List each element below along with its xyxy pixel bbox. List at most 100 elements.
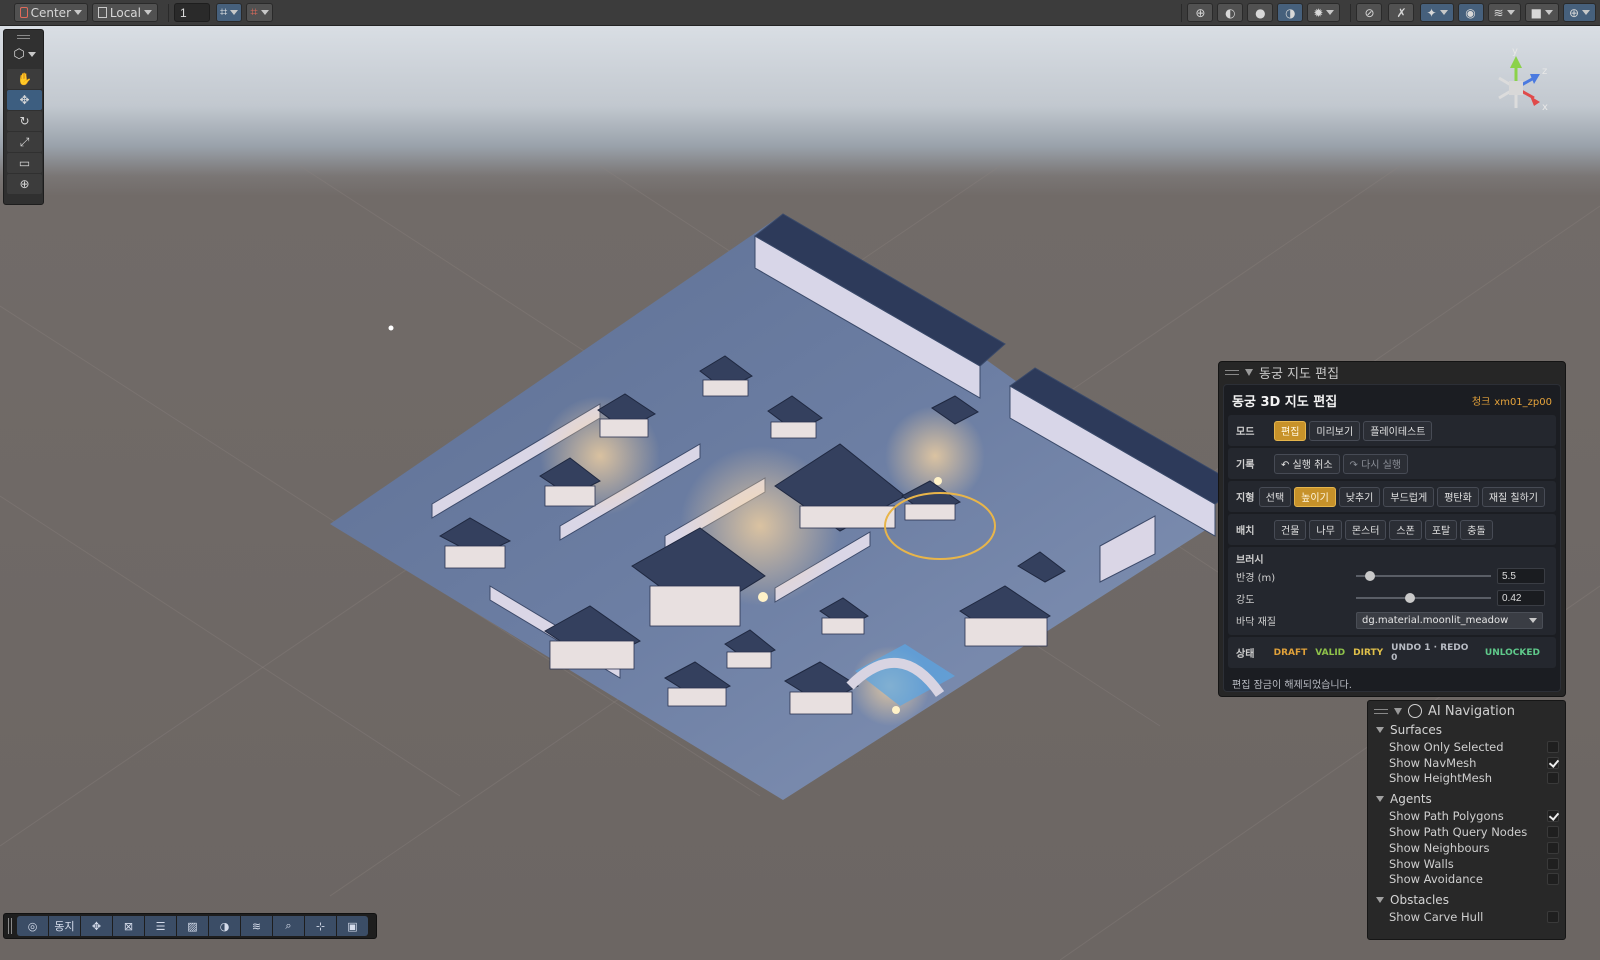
scale-tool[interactable]: ⤢ <box>7 132 42 152</box>
brush-strength-input[interactable] <box>1497 590 1545 606</box>
map-editor-header[interactable]: 동궁 지도 편집 <box>1219 362 1565 382</box>
navigation-button[interactable]: ◎ <box>17 916 48 936</box>
brush-radius-input[interactable] <box>1497 568 1545 584</box>
pivot-space-dropdown[interactable]: Local <box>92 3 158 22</box>
section-obstacles[interactable]: Obstacles <box>1368 891 1565 909</box>
visibility-button[interactable]: ◉ <box>1457 3 1484 22</box>
hatch-button[interactable]: ▨ <box>177 916 208 936</box>
ground-material-dropdown[interactable]: dg.material.moonlit_meadow <box>1356 611 1543 629</box>
slider-knob[interactable] <box>1364 571 1375 581</box>
place-spawn-button[interactable]: 스폰 <box>1389 519 1422 540</box>
shading-shaded-button[interactable]: ● <box>1247 3 1274 22</box>
scene-toolbar: Center Local ⌗ ⌗ ⊕ ◐ ● ◑ ✹ ⊘ ✗ ✦ ◉ ≋ ■ ⊕ <box>0 0 1600 26</box>
shading-wireframe-icon: ◐ <box>1225 5 1236 20</box>
hand-tool[interactable]: ✋ <box>7 69 42 89</box>
terrain-smooth-button[interactable]: 부드럽게 <box>1383 486 1435 507</box>
redo-button[interactable]: ↷ 다시 실행 <box>1342 453 1409 474</box>
pivot-overlay-button[interactable]: ⊹ <box>305 916 336 936</box>
drag-handle-icon[interactable] <box>8 918 12 934</box>
camera-overlay-button[interactable]: ▣ <box>337 916 368 936</box>
checkbox[interactable] <box>1547 740 1559 753</box>
checkbox[interactable] <box>1547 841 1559 854</box>
chevron-down-icon <box>260 10 269 15</box>
ground-material-row: 바닥 재질 dg.material.moonlit_meadow <box>1236 609 1548 631</box>
checkbox[interactable] <box>1547 810 1559 823</box>
shading-lit-icon: ◑ <box>1285 5 1296 20</box>
rect-tool[interactable]: ▭ <box>7 153 42 173</box>
nav-item-show-path-query-nodes: Show Path Query Nodes <box>1368 824 1565 840</box>
pivot-mode-dropdown[interactable]: Center <box>14 3 88 22</box>
checkbox[interactable] <box>1547 826 1559 839</box>
checkbox[interactable] <box>1547 857 1559 870</box>
checkbox[interactable] <box>1547 772 1559 785</box>
align-button[interactable]: ☰ <box>145 916 176 936</box>
compass-icon <box>1408 704 1422 718</box>
section-surfaces[interactable]: Surfaces <box>1368 721 1565 739</box>
checkbox[interactable] <box>1547 756 1559 769</box>
axis-icon: y x z <box>1494 36 1548 113</box>
move-icon: ✥ <box>91 919 102 933</box>
chunk-label: 청크 <box>1471 396 1491 408</box>
mode-preview-button[interactable]: 미리보기 <box>1309 420 1361 441</box>
brush-section: 브러시 반경 (m) 강도 바닥 재질 dg.m <box>1228 547 1556 635</box>
toolbar-separator <box>1181 3 1183 22</box>
grid-size-input[interactable] <box>174 3 210 22</box>
collapse-icon[interactable] <box>1245 368 1253 376</box>
audio-mute-button[interactable]: ⊘ <box>1356 3 1383 22</box>
dongji-button[interactable]: 동지 <box>49 916 80 936</box>
brush-strength-slider[interactable] <box>1356 592 1491 604</box>
terrain-select-button[interactable]: 선택 <box>1258 486 1292 507</box>
view-tool[interactable]: ⬡ <box>7 43 42 65</box>
collapse-icon[interactable] <box>1394 707 1402 715</box>
status-tag-valid: VALID <box>1315 647 1346 658</box>
place-monster-button[interactable]: 몬스터 <box>1344 519 1387 540</box>
brush-radius-slider[interactable] <box>1356 570 1491 582</box>
place-collision-button[interactable]: 충돌 <box>1460 519 1493 540</box>
drag-handle-icon[interactable] <box>1225 369 1239 375</box>
checkbox[interactable] <box>1547 911 1559 924</box>
move-icon: ✥ <box>19 93 30 107</box>
place-tree-button[interactable]: 나무 <box>1309 519 1342 540</box>
slider-knob[interactable] <box>1405 593 1415 603</box>
draw-mode-button[interactable]: ⊕ <box>1187 3 1214 22</box>
rotate-tool[interactable]: ↻ <box>7 111 42 131</box>
camera-button[interactable]: ■ <box>1524 3 1559 22</box>
lighting-button[interactable]: ◑ <box>209 916 240 936</box>
chevron-down-icon <box>1326 10 1335 15</box>
foldout-icon <box>1376 897 1384 904</box>
palette-grip[interactable] <box>17 35 30 39</box>
effects-icon: ✹ <box>1313 5 1324 20</box>
layers-overlay-button[interactable]: ≋ <box>241 916 272 936</box>
grid-snap-button[interactable]: ⌗ <box>216 3 243 22</box>
pivot-mode-label: Center <box>30 5 71 20</box>
undo-button[interactable]: ↶ 실행 취소 <box>1274 453 1340 474</box>
nav-item-show-walls: Show Walls <box>1368 856 1565 872</box>
stack-button[interactable]: ≋ <box>1487 3 1521 22</box>
move-tool[interactable]: ✥ <box>7 90 42 110</box>
layers-button[interactable]: ✦ <box>1420 3 1454 22</box>
shading-lit-button[interactable]: ◑ <box>1277 3 1304 22</box>
checkbox[interactable] <box>1547 873 1559 886</box>
effects-button[interactable]: ✹ <box>1307 3 1341 22</box>
section-agents[interactable]: Agents <box>1368 790 1565 808</box>
transform-tool[interactable]: ⊕ <box>7 174 42 194</box>
increment-snap-button[interactable]: ⌗ <box>246 3 273 22</box>
layers-icon: ≋ <box>251 919 262 933</box>
shading-wireframe-button[interactable]: ◐ <box>1217 3 1244 22</box>
terrain-raise-button[interactable]: 높이기 <box>1294 486 1336 507</box>
mode-playtest-button[interactable]: 플레이테스트 <box>1363 420 1433 441</box>
gizmos-button[interactable]: ⊕ <box>1562 3 1596 22</box>
crop-button[interactable]: ⊠ <box>113 916 144 936</box>
move-overlay-button[interactable]: ✥ <box>81 916 112 936</box>
mode-edit-button[interactable]: 편집 <box>1274 420 1307 441</box>
place-building-button[interactable]: 건물 <box>1274 519 1307 540</box>
terrain-paint-button[interactable]: 재질 칠하기 <box>1481 486 1545 507</box>
place-portal-button[interactable]: 포탈 <box>1424 519 1458 540</box>
drag-handle-icon[interactable] <box>1374 708 1388 714</box>
terrain-lower-button[interactable]: 낮추기 <box>1338 486 1381 507</box>
zoom-button[interactable]: ⌕ <box>273 916 304 936</box>
lighting-toggle-button[interactable]: ✗ <box>1388 3 1415 22</box>
terrain-flatten-button[interactable]: 평탄화 <box>1437 486 1479 507</box>
ai-navigation-header[interactable]: AI Navigation <box>1368 701 1565 721</box>
orientation-gizmo[interactable]: y x z <box>1484 36 1564 148</box>
